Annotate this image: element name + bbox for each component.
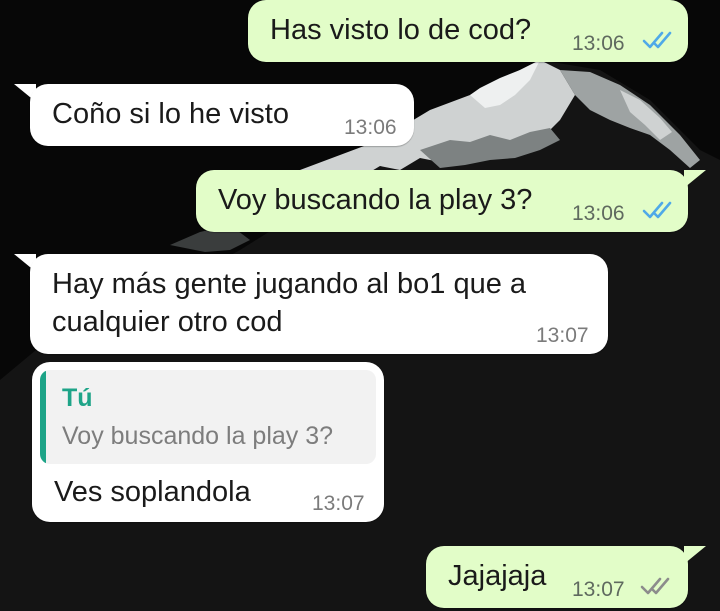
message-text-line: Hay más gente jugando al bo1 que a <box>52 268 527 300</box>
message-text: Coño si lo he visto <box>52 98 289 130</box>
message-time: 13:07 <box>312 492 365 515</box>
message-time: 13:06 <box>572 32 625 55</box>
message-time: 13:06 <box>344 116 397 139</box>
message-text: Jajajaja <box>448 560 547 592</box>
reply-accent-bar <box>40 370 46 464</box>
message-text: Ves soplandola <box>54 476 251 508</box>
message-text: Voy buscando la play 3? <box>218 184 533 216</box>
message-bubble-outgoing[interactable]: Voy buscando la play 3? 13:06 <box>196 170 688 232</box>
double-check-icon <box>642 201 672 219</box>
message-text: Has visto lo de cod? <box>270 14 532 46</box>
message-time: 13:06 <box>572 202 625 225</box>
message-time: 13:07 <box>572 578 625 601</box>
message-bubble-incoming[interactable]: Hay más gente jugando al bo1 que a cualq… <box>30 254 608 354</box>
message-bubble-incoming[interactable]: Coño si lo he visto 13:06 <box>30 84 414 146</box>
reply-author: Tú <box>62 384 93 412</box>
bubble-tail <box>684 546 706 564</box>
message-bubble-outgoing[interactable]: Jajajaja 13:07 <box>426 546 688 608</box>
message-bubble-incoming[interactable]: Tú Voy buscando la play 3? Ves soplandol… <box>32 362 384 522</box>
double-check-icon <box>640 577 670 595</box>
bubble-tail <box>684 170 706 188</box>
reply-text: Voy buscando la play 3? <box>62 422 334 450</box>
message-time: 13:07 <box>536 324 589 347</box>
message-bubble-outgoing[interactable]: Has visto lo de cod? 13:06 <box>248 0 688 62</box>
double-check-icon <box>642 31 672 49</box>
reply-quote[interactable]: Tú Voy buscando la play 3? <box>40 370 376 464</box>
message-text-line: cualquier otro cod <box>52 306 283 338</box>
